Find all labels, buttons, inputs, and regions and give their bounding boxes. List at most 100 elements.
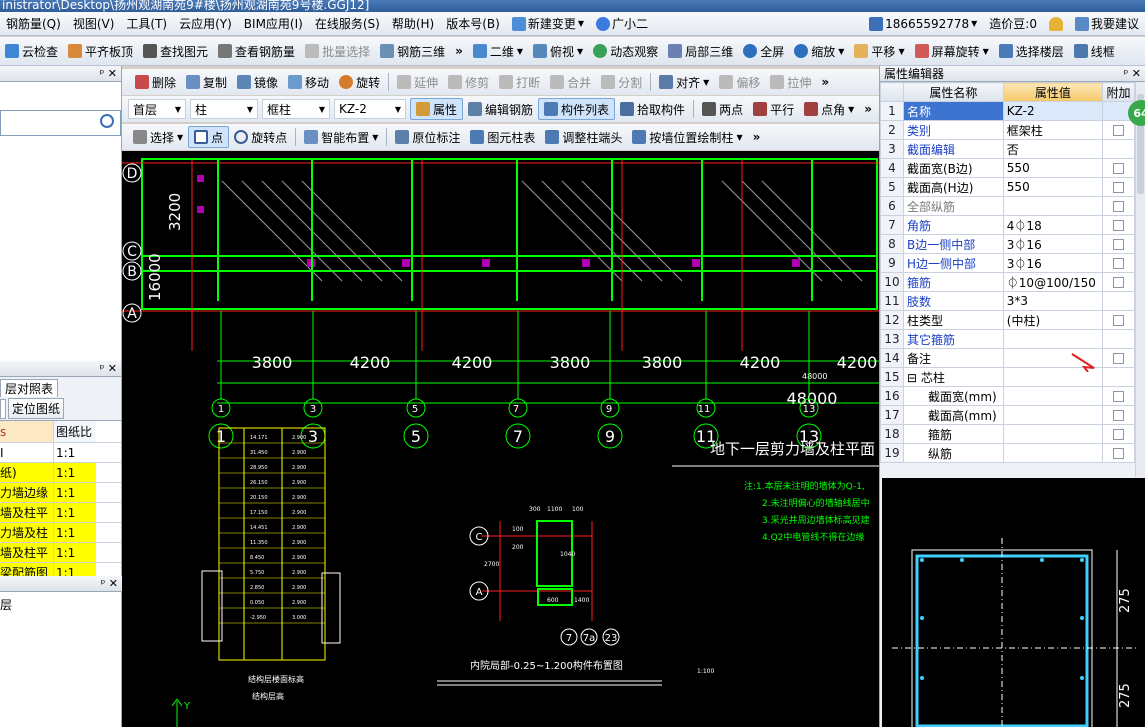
- property-value[interactable]: [1002, 329, 1103, 349]
- adjust-column-end-button[interactable]: 调整柱端头: [540, 126, 627, 148]
- move-button[interactable]: 移动: [283, 71, 334, 93]
- pick-component-button[interactable]: 拾取构件: [615, 98, 690, 120]
- search-input[interactable]: [0, 110, 121, 136]
- property-value[interactable]: 550: [1002, 177, 1103, 197]
- point-angle-dropdown[interactable]: 点角 ▼: [799, 98, 859, 120]
- menu-help[interactable]: 帮助(H): [386, 12, 440, 35]
- property-row[interactable]: 10 箍筋 ⏀10@100/150: [880, 272, 1135, 292]
- additional-cell[interactable]: [1101, 386, 1135, 406]
- menu-view[interactable]: 视图(V): [67, 12, 121, 35]
- property-scrollbar[interactable]: [1135, 82, 1145, 477]
- component-subtype-select[interactable]: 框柱 ▼: [262, 99, 330, 119]
- locate-drawing-button[interactable]: 定位图纸: [8, 398, 65, 419]
- drawing-list-row[interactable]: 力墙及柱 1:1: [0, 523, 121, 543]
- panel2-pin-close[interactable]: ᵖ ✕: [100, 362, 117, 375]
- property-row[interactable]: 18 箍筋: [880, 424, 1135, 444]
- menu-bim[interactable]: BIM应用(I): [238, 12, 309, 35]
- break-button[interactable]: 打断: [494, 71, 545, 93]
- additional-checkbox[interactable]: [1112, 239, 1124, 250]
- menu-rebar-qty[interactable]: 钢筋量(Q): [0, 12, 67, 35]
- rotate-button[interactable]: 旋转: [334, 71, 385, 93]
- property-value[interactable]: KZ-2: [1002, 101, 1103, 121]
- property-row[interactable]: 16 截面宽(mm): [880, 386, 1135, 406]
- property-value[interactable]: (中柱): [1002, 310, 1103, 330]
- toolbar-overflow-chevron[interactable]: »: [450, 44, 468, 58]
- local-3d-button[interactable]: 局部三维: [663, 40, 738, 62]
- mirror-button[interactable]: 镜像: [232, 71, 283, 93]
- property-value[interactable]: 3*3: [1002, 291, 1103, 311]
- edit-rebar-button[interactable]: 编辑钢筋: [463, 98, 538, 120]
- select-dropdown[interactable]: 选择 ▼: [128, 126, 188, 148]
- component-name-select[interactable]: KZ-2 ▼: [334, 99, 406, 119]
- additional-cell[interactable]: [1101, 253, 1135, 273]
- properties-toggle[interactable]: 属性: [410, 98, 464, 120]
- property-row[interactable]: 17 截面高(mm): [880, 405, 1135, 425]
- additional-cell[interactable]: [1101, 424, 1135, 444]
- property-row[interactable]: 12 柱类型 (中柱): [880, 310, 1135, 330]
- drawing-list-row[interactable]: 力墙边缘 1:1: [0, 483, 121, 503]
- additional-checkbox[interactable]: [1112, 429, 1124, 440]
- trim-button[interactable]: 修剪: [443, 71, 494, 93]
- property-value[interactable]: [1002, 386, 1103, 406]
- panel-pin-close[interactable]: ᵖ ✕: [100, 67, 117, 80]
- zoom-dropdown[interactable]: 缩放 ▼: [789, 40, 849, 62]
- property-row[interactable]: 5 截面高(H边) 550: [880, 177, 1135, 197]
- menu-tools[interactable]: 工具(T): [120, 12, 173, 35]
- wireframe-button[interactable]: 线框: [1069, 40, 1120, 62]
- dynamic-observe-button[interactable]: 动态观察: [588, 40, 663, 62]
- top-view-dropdown[interactable]: 俯视 ▼: [528, 40, 588, 62]
- additional-cell[interactable]: [1101, 120, 1135, 140]
- panel3-pin-close[interactable]: ᵖ ✕: [101, 577, 118, 590]
- property-row[interactable]: 11 肢数 3*3: [880, 291, 1135, 311]
- edit-toolbar-overflow[interactable]: »: [816, 75, 834, 89]
- assistant-link[interactable]: 广小二: [590, 12, 654, 35]
- 2d-view-dropdown[interactable]: 二维 ▼: [468, 40, 528, 62]
- select-floor-button[interactable]: 选择楼层: [994, 40, 1069, 62]
- additional-cell[interactable]: [1101, 215, 1135, 235]
- additional-checkbox[interactable]: [1112, 220, 1124, 231]
- stretch-button[interactable]: 拉伸: [765, 71, 816, 93]
- property-value[interactable]: 3⏀16: [1002, 234, 1103, 254]
- merge-button[interactable]: 合并: [545, 71, 596, 93]
- property-row[interactable]: 19 纵筋: [880, 443, 1135, 463]
- additional-cell[interactable]: [1101, 177, 1135, 197]
- property-row[interactable]: 1 名称 KZ-2: [880, 101, 1135, 121]
- new-change-menu[interactable]: 新建变更 ▼: [506, 12, 590, 35]
- additional-checkbox[interactable]: [1112, 182, 1124, 193]
- drawing-list-row[interactable]: I 1:1: [0, 443, 121, 463]
- batch-select-button[interactable]: 批量选择: [300, 40, 375, 62]
- in-situ-annotation-button[interactable]: 原位标注: [390, 126, 465, 148]
- property-row[interactable]: 6 全部纵筋: [880, 196, 1135, 216]
- suggest-button[interactable]: 我要建议: [1069, 12, 1145, 35]
- property-value[interactable]: [1002, 424, 1103, 444]
- smart-layout-dropdown[interactable]: 智能布置 ▼: [299, 126, 383, 148]
- flush-slab-button[interactable]: 平齐板顶: [63, 40, 138, 62]
- two-point-button[interactable]: 两点: [697, 98, 748, 120]
- additional-cell[interactable]: [1101, 310, 1135, 330]
- additional-cell[interactable]: [1101, 443, 1135, 463]
- property-row[interactable]: 8 B边一侧中部 3⏀16: [880, 234, 1135, 254]
- additional-cell[interactable]: [1101, 234, 1135, 254]
- property-value[interactable]: [1002, 405, 1103, 425]
- additional-cell[interactable]: [1101, 405, 1135, 425]
- draw-by-wall-button[interactable]: 按墙位置绘制柱 ▼: [627, 126, 747, 148]
- drawing-list-row[interactable]: 墙及柱平 1:1: [0, 543, 121, 563]
- menu-cloud[interactable]: 云应用(Y): [173, 12, 238, 35]
- property-row[interactable]: 2 类别 框架柱: [880, 120, 1135, 140]
- drawing-list-row[interactable]: 墙及柱平 1:1: [0, 503, 121, 523]
- property-panel-pin-close[interactable]: ᵖ ✕: [1124, 67, 1141, 80]
- pan-dropdown[interactable]: 平移 ▼: [849, 40, 909, 62]
- align-dropdown[interactable]: 对齐 ▼: [654, 71, 714, 93]
- delete-button[interactable]: 删除: [130, 71, 181, 93]
- additional-cell[interactable]: [1101, 348, 1135, 368]
- menu-online[interactable]: 在线服务(S): [309, 12, 386, 35]
- additional-cell[interactable]: [1101, 272, 1135, 292]
- rotate-point-button[interactable]: 旋转点: [229, 126, 292, 148]
- property-value[interactable]: 4⏀18: [1002, 215, 1103, 235]
- property-value[interactable]: 框架柱: [1002, 120, 1103, 140]
- additional-checkbox[interactable]: [1112, 125, 1124, 136]
- parallel-button[interactable]: 平行: [748, 98, 799, 120]
- column-table-button[interactable]: 图元柱表: [465, 126, 540, 148]
- additional-checkbox[interactable]: [1112, 277, 1124, 288]
- property-value[interactable]: 否: [1002, 139, 1103, 159]
